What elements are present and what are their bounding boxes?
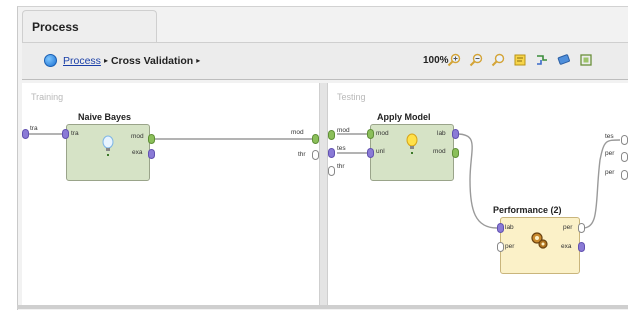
naive-bayes-title: Naive Bayes [78, 112, 132, 122]
testing-input-port-tes-label: tes [337, 145, 346, 152]
testing-input-port-thr[interactable] [328, 166, 335, 176]
performance-gears-icon [531, 232, 548, 249]
training-output-port-mod[interactable] [312, 134, 319, 144]
naive-bayes-port-exa-label: exa [132, 149, 143, 156]
apply-model-port-mod-in[interactable] [367, 129, 374, 139]
testing-output-port-per[interactable] [621, 152, 628, 162]
performance-port-lab-label: lab [505, 224, 514, 231]
performance-port-exa-label: exa [561, 243, 572, 250]
testing-output-port-tes-label: tes [605, 133, 614, 140]
apply-model-title: Apply Model [377, 112, 431, 122]
apply-model-port-lab[interactable] [452, 129, 459, 139]
training-output-port-thr[interactable] [312, 150, 319, 160]
performance-title: Performance (2) [493, 205, 562, 215]
testing-output-port-per-2-label: per [605, 169, 615, 176]
testing-input-port-thr-label: thr [337, 163, 345, 170]
testing-output-port-per-label: per [605, 150, 615, 157]
testing-input-port-mod[interactable] [328, 130, 335, 140]
testing-output-port-per-2[interactable] [621, 170, 628, 180]
naive-bayes-port-tra[interactable] [62, 129, 69, 139]
apply-model-port-lab-label: lab [437, 130, 446, 137]
training-output-port-mod-label: mod [291, 129, 304, 136]
bulb-lit-icon [406, 133, 418, 154]
performance-port-per-in[interactable] [497, 242, 504, 252]
apply-model-port-mod-out-label: mod [433, 148, 446, 155]
naive-bayes-port-exa[interactable] [148, 149, 155, 159]
naive-bayes-port-mod[interactable] [148, 134, 155, 144]
naive-bayes-port-tra-label: tra [71, 130, 79, 137]
apply-model-port-unl-label: unl [376, 148, 385, 155]
performance-port-exa[interactable] [578, 242, 585, 252]
testing-input-port-tes[interactable] [328, 148, 335, 158]
apply-model-port-mod-in-label: mod [376, 130, 389, 137]
apply-model-port-unl[interactable] [367, 148, 374, 158]
performance-port-per-out-label: per [563, 224, 573, 231]
performance-port-lab[interactable] [497, 223, 504, 233]
naive-bayes-port-mod-label: mod [131, 133, 144, 140]
bottom-scroll-edge [17, 305, 628, 309]
training-output-port-thr-label: thr [298, 151, 306, 158]
apply-model-port-mod-out[interactable] [452, 148, 459, 158]
performance-port-per-in-label: per [505, 243, 515, 250]
training-input-port-label: tra [30, 125, 38, 132]
training-input-port[interactable] [22, 129, 29, 139]
testing-input-port-mod-label: mod [337, 127, 350, 134]
performance-port-per-out[interactable] [578, 223, 585, 233]
testing-output-port-tes[interactable] [621, 135, 628, 145]
bulb-icon [102, 135, 114, 156]
